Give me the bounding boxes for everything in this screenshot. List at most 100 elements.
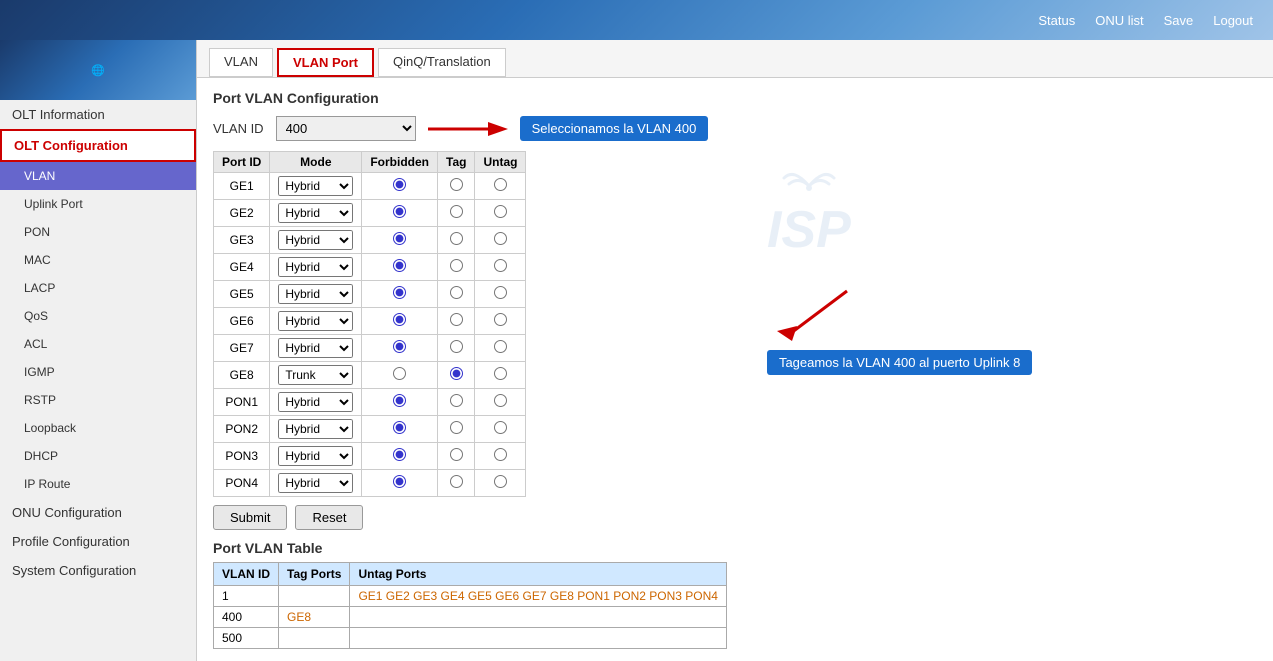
arrow-down-left-icon [767, 286, 887, 346]
col-untag: Untag [475, 152, 526, 173]
radio-tag-pon1[interactable] [450, 394, 463, 407]
sidebar-item-olt-configuration[interactable]: OLT Configuration [0, 129, 196, 162]
mode-select-ge3[interactable]: HybridTrunkAccess [278, 230, 353, 250]
sidebar-item-system-configuration[interactable]: System Configuration [0, 556, 196, 585]
radio-tag-pon2[interactable] [450, 421, 463, 434]
radio-forbidden-pon1[interactable] [393, 394, 406, 407]
radio-forbidden-ge4[interactable] [393, 259, 406, 272]
radio-tag-pon4[interactable] [450, 475, 463, 488]
sidebar-item-igmp[interactable]: IGMP [0, 358, 196, 386]
table-row: GE5 [214, 281, 270, 308]
sidebar-item-dhcp[interactable]: DHCP [0, 442, 196, 470]
radio-tag-ge6[interactable] [450, 313, 463, 326]
mode-select-ge1[interactable]: HybridTrunkAccess [278, 176, 353, 196]
pvlan-row-untag-ports [350, 628, 726, 649]
mode-select-pon2[interactable]: HybridTrunkAccess [278, 419, 353, 439]
mode-select-pon4[interactable]: HybridTrunkAccess [278, 473, 353, 493]
sidebar-logo: 🌐 [0, 40, 196, 100]
mode-select-pon3[interactable]: HybridTrunkAccess [278, 446, 353, 466]
sidebar-item-ip-route[interactable]: IP Route [0, 470, 196, 498]
radio-tag-ge4[interactable] [450, 259, 463, 272]
sidebar-item-vlan[interactable]: VLAN [0, 162, 196, 190]
radio-tag-ge1[interactable] [450, 178, 463, 191]
table-row: PON2 [214, 416, 270, 443]
mode-select-ge7[interactable]: HybridTrunkAccess [278, 338, 353, 358]
sidebar-item-acl[interactable]: ACL [0, 330, 196, 358]
radio-untag-ge8[interactable] [494, 367, 507, 380]
sidebar-item-qos[interactable]: QoS [0, 302, 196, 330]
vlan-id-row: VLAN ID 1 400 500 Seleccionamos la VLAN … [213, 116, 727, 141]
radio-untag-ge5[interactable] [494, 286, 507, 299]
mode-select-ge2[interactable]: HybridTrunkAccess [278, 203, 353, 223]
sidebar-item-uplink-port[interactable]: Uplink Port [0, 190, 196, 218]
radio-tag-ge2[interactable] [450, 205, 463, 218]
table-row: PON3 [214, 443, 270, 470]
mode-select-pon1[interactable]: HybridTrunkAccess [278, 392, 353, 412]
pvlan-col-untag-ports: Untag Ports [350, 563, 726, 586]
main-content: VLAN VLAN Port QinQ/Translation Port VLA… [197, 40, 1273, 661]
radio-forbidden-ge5[interactable] [393, 286, 406, 299]
vlan-id-select[interactable]: 1 400 500 [276, 116, 416, 141]
tab-vlan-port[interactable]: VLAN Port [277, 48, 374, 77]
table-row: GE4 [214, 254, 270, 281]
radio-untag-ge7[interactable] [494, 340, 507, 353]
radio-forbidden-ge6[interactable] [393, 313, 406, 326]
pvlan-row-untag-ports: GE1 GE2 GE3 GE4 GE5 GE6 GE7 GE8 PON1 PON… [350, 586, 726, 607]
radio-untag-ge2[interactable] [494, 205, 507, 218]
mode-select-ge4[interactable]: HybridTrunkAccess [278, 257, 353, 277]
radio-tag-ge3[interactable] [450, 232, 463, 245]
radio-untag-ge6[interactable] [494, 313, 507, 326]
tab-bar: VLAN VLAN Port QinQ/Translation [197, 40, 1273, 78]
radio-forbidden-ge7[interactable] [393, 340, 406, 353]
radio-untag-ge4[interactable] [494, 259, 507, 272]
sidebar-item-mac[interactable]: MAC [0, 246, 196, 274]
nav-onu-list[interactable]: ONU list [1095, 13, 1143, 28]
radio-forbidden-pon4[interactable] [393, 475, 406, 488]
table-row: GE3 [214, 227, 270, 254]
sidebar-item-lacp[interactable]: LACP [0, 274, 196, 302]
pvlan-col-vlan-id: VLAN ID [214, 563, 279, 586]
radio-tag-ge7[interactable] [450, 340, 463, 353]
sidebar-item-profile-configuration[interactable]: Profile Configuration [0, 527, 196, 556]
radio-forbidden-ge1[interactable] [393, 178, 406, 191]
isp-text: ISP [767, 204, 851, 256]
radio-untag-ge1[interactable] [494, 178, 507, 191]
tab-vlan[interactable]: VLAN [209, 48, 273, 77]
pvlan-row-vlan-id: 500 [214, 628, 279, 649]
radio-tag-ge5[interactable] [450, 286, 463, 299]
sidebar-item-olt-information[interactable]: OLT Information [0, 100, 196, 129]
vlan-id-label: VLAN ID [213, 121, 264, 136]
radio-untag-pon3[interactable] [494, 448, 507, 461]
reset-button[interactable]: Reset [295, 505, 363, 530]
sidebar-item-pon[interactable]: PON [0, 218, 196, 246]
pvlan-row-untag-ports [350, 607, 726, 628]
table-row: GE1 [214, 173, 270, 200]
btn-row: Submit Reset [213, 505, 727, 530]
radio-forbidden-ge2[interactable] [393, 205, 406, 218]
radio-untag-pon4[interactable] [494, 475, 507, 488]
sidebar-item-loopback[interactable]: Loopback [0, 414, 196, 442]
radio-tag-ge8[interactable] [450, 367, 463, 380]
radio-forbidden-pon2[interactable] [393, 421, 406, 434]
col-port-id: Port ID [214, 152, 270, 173]
sidebar-item-rstp[interactable]: RSTP [0, 386, 196, 414]
isp-logo: ISP [767, 156, 851, 256]
nav-save[interactable]: Save [1164, 13, 1194, 28]
radio-untag-pon2[interactable] [494, 421, 507, 434]
sidebar-item-onu-configuration[interactable]: ONU Configuration [0, 498, 196, 527]
mode-select-ge5[interactable]: HybridTrunkAccess [278, 284, 353, 304]
radio-tag-pon3[interactable] [450, 448, 463, 461]
col-mode: Mode [270, 152, 362, 173]
nav-status[interactable]: Status [1038, 13, 1075, 28]
radio-untag-pon1[interactable] [494, 394, 507, 407]
radio-forbidden-pon3[interactable] [393, 448, 406, 461]
tab-qinq[interactable]: QinQ/Translation [378, 48, 506, 77]
radio-forbidden-ge8[interactable] [393, 367, 406, 380]
radio-forbidden-ge3[interactable] [393, 232, 406, 245]
mode-select-ge6[interactable]: HybridTrunkAccess [278, 311, 353, 331]
submit-button[interactable]: Submit [213, 505, 287, 530]
nav-logout[interactable]: Logout [1213, 13, 1253, 28]
mode-select-ge8[interactable]: HybridTrunkAccess [278, 365, 353, 385]
table-row: GE7 [214, 335, 270, 362]
radio-untag-ge3[interactable] [494, 232, 507, 245]
